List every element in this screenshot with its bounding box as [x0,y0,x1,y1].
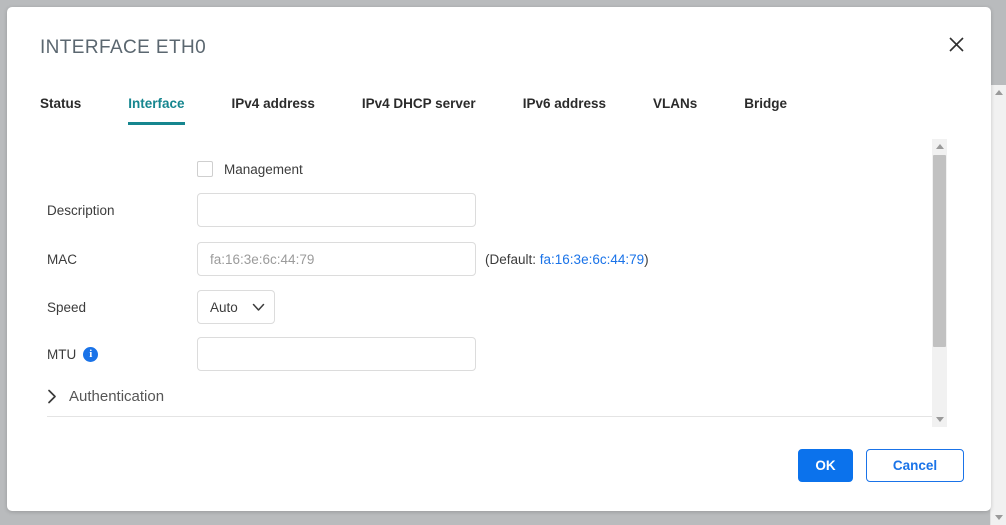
content-scrollbar[interactable] [932,139,947,427]
section-divider [47,416,937,417]
speed-select[interactable]: Auto [197,290,275,324]
page-root: INTERFACE ETH0 Status Interface IPv4 add… [0,0,1006,525]
content-scrollbar-thumb[interactable] [933,155,946,347]
cancel-button[interactable]: Cancel [866,449,964,482]
interface-dialog: INTERFACE ETH0 Status Interface IPv4 add… [7,7,991,511]
checkbox-box-icon [197,161,213,177]
tab-ipv4-address[interactable]: IPv4 address [232,95,315,125]
dialog-footer: OK Cancel [7,427,991,511]
speed-label: Speed [47,299,87,315]
mtu-label: MTU i [47,346,99,362]
management-label: Management [224,161,303,177]
dialog-title: INTERFACE ETH0 [40,37,207,58]
description-input[interactable] [197,193,476,227]
page-scrollbar-up-arrow[interactable] [991,85,1006,100]
tab-interface[interactable]: Interface [128,95,185,125]
content-scrollbar-up-arrow[interactable] [932,139,947,154]
tab-ipv6-address[interactable]: IPv6 address [523,95,606,125]
chevron-down-icon [252,303,265,311]
close-button[interactable] [941,29,971,59]
mac-label: MAC [47,251,77,267]
tab-status[interactable]: Status [40,95,81,125]
mtu-input[interactable] [197,337,476,371]
mac-default-hint: (Default: fa:16:3e:6c:44:79) [485,252,649,267]
mac-hint-suffix: ) [644,251,649,267]
mtu-label-text: MTU [47,346,77,362]
tab-bridge[interactable]: Bridge [744,95,787,125]
caret-down-icon [994,515,1003,520]
tab-ipv4-dhcp-server[interactable]: IPv4 DHCP server [362,95,476,125]
management-checkbox[interactable]: Management [197,161,303,177]
content-scrollbar-down-arrow[interactable] [932,412,947,427]
info-icon[interactable]: i [83,346,99,362]
page-scrollbar[interactable] [990,85,1006,525]
close-icon [948,36,964,52]
chevron-right-icon [48,389,56,404]
form-row-management: Management [7,161,932,181]
tab-bar: Status Interface IPv4 address IPv4 DHCP … [40,95,834,131]
authentication-label: Authentication [69,388,165,405]
authentication-accordion[interactable]: Authentication [47,388,164,405]
speed-select-value: Auto [210,299,238,315]
dialog-content: Management Description MAC (Default: fa:… [7,139,991,427]
caret-up-icon [994,90,1003,95]
tab-vlans[interactable]: VLANs [653,95,697,125]
caret-down-icon [935,417,944,422]
form-row-mac: MAC (Default: fa:16:3e:6c:44:79) [7,242,932,276]
mac-hint-prefix: (Default: [485,251,540,267]
form-row-speed: Speed Auto [7,290,932,324]
caret-up-icon [935,144,944,149]
ok-button[interactable]: OK [798,449,853,482]
page-scrollbar-down-arrow[interactable] [991,510,1006,525]
form-row-mtu: MTU i [7,337,932,371]
mac-default-link[interactable]: fa:16:3e:6c:44:79 [540,252,644,267]
mac-input[interactable] [197,242,476,276]
description-label: Description [47,202,115,218]
form-row-description: Description [7,193,932,227]
